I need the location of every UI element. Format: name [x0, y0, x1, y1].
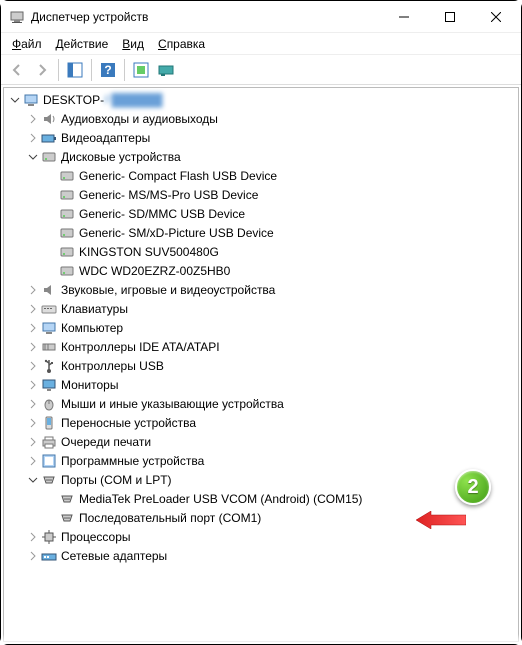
- port-item-mediatek[interactable]: MediaTek PreLoader USB VCOM (Android) (C…: [4, 489, 518, 508]
- sound-icon: [41, 282, 57, 298]
- category-ports[interactable]: Порты (COM и LPT): [4, 470, 518, 489]
- category-video[interactable]: Видеоадаптеры: [4, 128, 518, 147]
- menu-action[interactable]: Действие: [49, 35, 116, 53]
- category-ide[interactable]: Контроллеры IDE ATA/ATAPI: [4, 337, 518, 356]
- menu-help[interactable]: Справка: [151, 35, 212, 53]
- show-console-tree-button[interactable]: [63, 58, 87, 82]
- category-disk[interactable]: Дисковые устройства: [4, 147, 518, 166]
- chevron-right-icon[interactable]: [26, 302, 40, 316]
- port-icon: [41, 472, 57, 488]
- computer-icon: [23, 92, 39, 108]
- category-software[interactable]: Программные устройства: [4, 451, 518, 470]
- callout-badge: 2: [455, 469, 491, 505]
- audio-icon: [41, 111, 57, 127]
- category-monitors[interactable]: Мониторы: [4, 375, 518, 394]
- chevron-right-icon[interactable]: [26, 131, 40, 145]
- close-button[interactable]: [473, 2, 519, 32]
- ide-icon: [41, 339, 57, 355]
- root-label: DESKTOP-F██████: [43, 93, 162, 107]
- disk-item[interactable]: Generic- Compact Flash USB Device: [4, 166, 518, 185]
- tree-root[interactable]: DESKTOP-F██████: [4, 90, 518, 109]
- network-icon: [41, 548, 57, 564]
- category-mice[interactable]: Мыши и иные указывающие устройства: [4, 394, 518, 413]
- disk-item[interactable]: Generic- SD/MMC USB Device: [4, 204, 518, 223]
- titlebar: Диспетчер устройств: [1, 1, 521, 33]
- chevron-right-icon[interactable]: [26, 530, 40, 544]
- usb-icon: [41, 358, 57, 374]
- chevron-down-icon[interactable]: [26, 473, 40, 487]
- category-audio[interactable]: Аудиовходы и аудиовыходы: [4, 109, 518, 128]
- disk-icon: [41, 149, 57, 165]
- category-network[interactable]: Сетевые адаптеры: [4, 546, 518, 565]
- port-icon: [59, 491, 75, 507]
- monitor-icon: [41, 377, 57, 393]
- chevron-down-icon[interactable]: [26, 150, 40, 164]
- disk-icon: [59, 225, 75, 241]
- disk-icon: [59, 244, 75, 260]
- chevron-right-icon[interactable]: [26, 340, 40, 354]
- disk-item[interactable]: WDC WD20EZRZ-00Z5HB0: [4, 261, 518, 280]
- chevron-right-icon[interactable]: [26, 416, 40, 430]
- chevron-right-icon[interactable]: [26, 112, 40, 126]
- chevron-right-icon[interactable]: [26, 549, 40, 563]
- menu-view[interactable]: Вид: [115, 35, 151, 53]
- disk-item[interactable]: Generic- SM/xD-Picture USB Device: [4, 223, 518, 242]
- menu-file[interactable]: /*noop*/Файл: [5, 35, 49, 53]
- chevron-down-icon[interactable]: [8, 93, 22, 107]
- display-adapter-icon: [41, 130, 57, 146]
- chevron-right-icon[interactable]: [26, 435, 40, 449]
- category-sound[interactable]: Звуковые, игровые и видеоустройства: [4, 280, 518, 299]
- scan-hardware-button[interactable]: [129, 58, 153, 82]
- devices-button[interactable]: [154, 58, 178, 82]
- minimize-button[interactable]: [381, 2, 427, 32]
- category-keyboards[interactable]: Клавиатуры: [4, 299, 518, 318]
- disk-icon: [59, 263, 75, 279]
- disk-item[interactable]: Generic- MS/MS-Pro USB Device: [4, 185, 518, 204]
- category-computer[interactable]: Компьютер: [4, 318, 518, 337]
- chevron-right-icon[interactable]: [26, 283, 40, 297]
- window-title: Диспетчер устройств: [31, 10, 381, 24]
- forward-button: [30, 58, 54, 82]
- devmgr-icon: [9, 9, 25, 25]
- menubar: /*noop*/Файл Действие Вид Справка: [1, 33, 521, 55]
- maximize-button[interactable]: [427, 2, 473, 32]
- mouse-icon: [41, 396, 57, 412]
- chevron-right-icon[interactable]: [26, 321, 40, 335]
- callout-arrow: [416, 511, 466, 529]
- disk-icon: [59, 206, 75, 222]
- back-button: [5, 58, 29, 82]
- chevron-right-icon[interactable]: [26, 397, 40, 411]
- disk-icon: [59, 187, 75, 203]
- category-cpu[interactable]: Процессоры: [4, 527, 518, 546]
- category-print-queues[interactable]: Очереди печати: [4, 432, 518, 451]
- chevron-right-icon[interactable]: [26, 359, 40, 373]
- cpu-icon: [41, 529, 57, 545]
- keyboard-icon: [41, 301, 57, 317]
- printer-icon: [41, 434, 57, 450]
- category-portable[interactable]: Переносные устройства: [4, 413, 518, 432]
- help-button[interactable]: ?: [96, 58, 120, 82]
- device-tree[interactable]: DESKTOP-F██████ Аудиовходы и аудиовыходы…: [3, 87, 519, 642]
- port-icon: [59, 510, 75, 526]
- chevron-right-icon[interactable]: [26, 454, 40, 468]
- disk-item[interactable]: KINGSTON SUV500480G: [4, 242, 518, 261]
- software-icon: [41, 453, 57, 469]
- chevron-right-icon[interactable]: [26, 378, 40, 392]
- category-usb[interactable]: Контроллеры USB: [4, 356, 518, 375]
- disk-icon: [59, 168, 75, 184]
- portable-icon: [41, 415, 57, 431]
- computer-icon: [41, 320, 57, 336]
- toolbar: ?: [1, 55, 521, 85]
- svg-text:?: ?: [104, 63, 111, 77]
